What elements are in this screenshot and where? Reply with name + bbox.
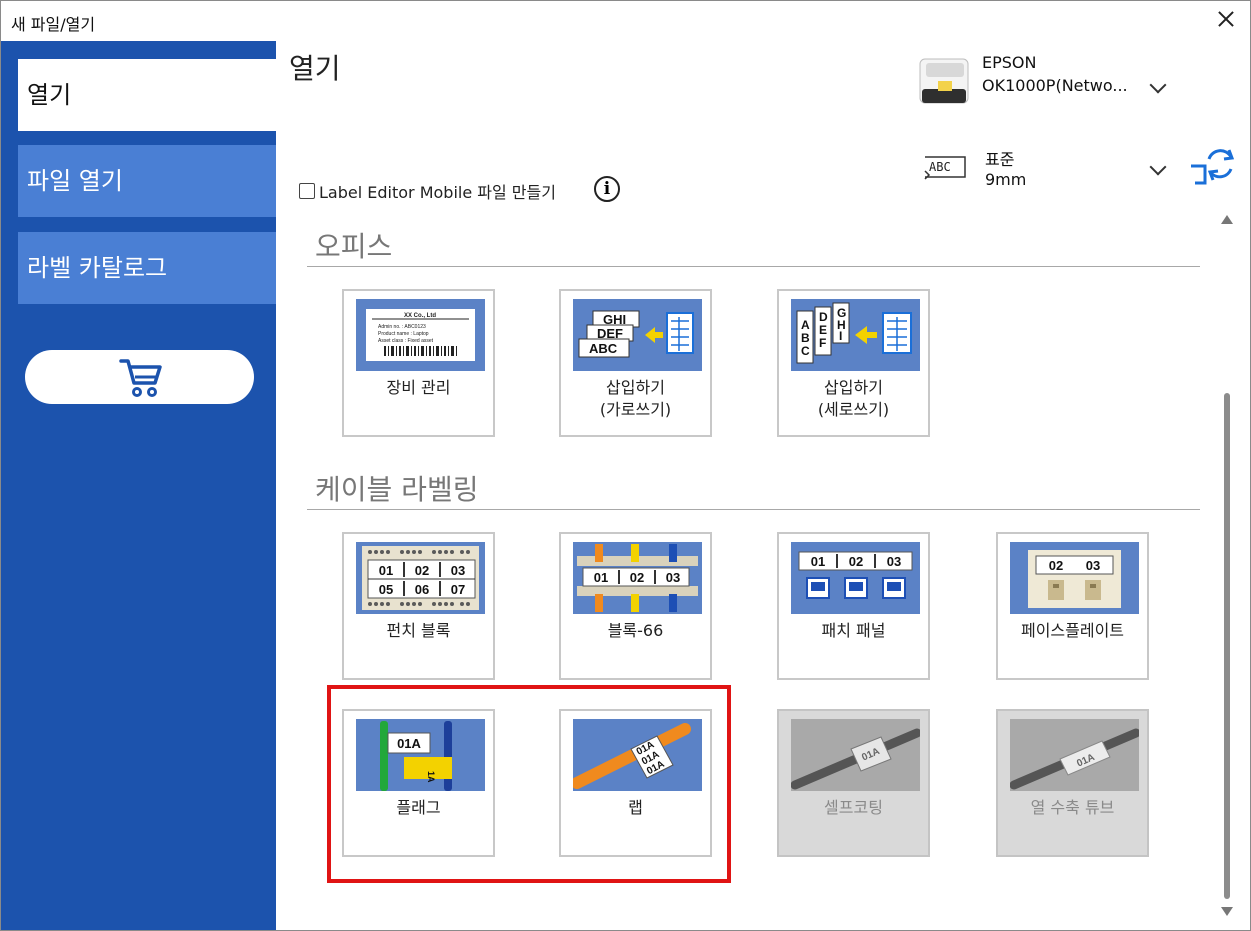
tile-label: 페이스플레이트	[998, 620, 1147, 642]
scrollbar-thumb[interactable]	[1224, 393, 1230, 899]
block66-text-02: 02	[630, 570, 644, 585]
tile-label-line1: 열 수축 튜브	[1030, 798, 1115, 817]
tile-self-laminating: 01A 셀프코팅	[777, 709, 930, 857]
asset-management-thumbnail: XX Co., Ltd Admin no. : ABC0123 Product …	[356, 299, 485, 371]
sidebar-item-open[interactable]: 열기	[18, 59, 276, 131]
printer-brand: EPSON	[982, 53, 1037, 72]
tile-label: 패치 패널	[779, 620, 928, 642]
tile-label-line1: 페이스플레이트	[1020, 621, 1125, 640]
tile-label-line1: 장비 관리	[386, 378, 451, 397]
svg-text:B: B	[801, 331, 810, 345]
label-editor-mobile-checkbox[interactable]	[299, 183, 315, 199]
block-66-thumbnail: 01 02 03	[573, 542, 702, 614]
insert-horizontal-thumbnail: GHI DEF ABC	[573, 299, 702, 371]
tile-label: 셀프코팅	[779, 797, 928, 819]
self-laminating-thumbnail: 01A	[791, 719, 920, 791]
svg-text:D: D	[819, 310, 828, 324]
sidebar: 열기 파일 열기 라벨 카탈로그	[1, 41, 276, 930]
tile-label-line1: 패치 패널	[821, 621, 886, 640]
shop-button[interactable]	[25, 350, 254, 404]
punch-text-02: 02	[415, 563, 429, 578]
new-file-open-dialog: 새 파일/열기 열기 파일 열기 라벨 카탈로그 열기 EPSON OK1000…	[0, 0, 1251, 931]
section-title-office: 오피스	[315, 230, 393, 263]
insert-h-text-1: GHI	[603, 312, 626, 327]
tile-label: 블록-66	[561, 620, 710, 642]
close-icon[interactable]	[1216, 9, 1236, 29]
tape-icon-text: ABC	[929, 160, 951, 174]
printer-dropdown-chevron-icon[interactable]	[1149, 76, 1167, 94]
section-title-cable-labeling: 케이블 라벨링	[315, 473, 479, 506]
sidebar-item-label-catalog[interactable]: 라벨 카탈로그	[18, 232, 276, 304]
punch-block-thumbnail: 01 02 03 05 06 07	[356, 542, 485, 614]
svg-text:A: A	[801, 318, 810, 332]
asset-company-text: XX Co., Ltd	[404, 313, 436, 319]
label-editor-mobile-label[interactable]: Label Editor Mobile 파일 만들기	[319, 179, 556, 203]
punch-text-05: 05	[379, 582, 393, 597]
tile-label: 펀치 블록	[344, 620, 493, 642]
printer-model: OK1000P(Netwo...	[982, 76, 1128, 95]
tile-insert-horizontal[interactable]: GHI DEF ABC 삽입하기 (가로쓰기)	[559, 289, 712, 437]
tile-faceplate[interactable]: 02 03 페이스플레이트	[996, 532, 1149, 680]
tile-label-line2: (가로쓰기)	[599, 400, 672, 419]
tile-label: 열 수축 튜브	[998, 797, 1147, 819]
tile-asset-management[interactable]: XX Co., Ltd Admin no. : ABC0123 Product …	[342, 289, 495, 437]
tape-type: 표준	[985, 150, 1015, 169]
svg-text:F: F	[819, 336, 826, 350]
label-editor-mobile-option: Label Editor Mobile 파일 만들기	[299, 179, 556, 203]
faceplate-text-03: 03	[1086, 558, 1100, 573]
punch-text-03: 03	[451, 563, 465, 578]
punch-text-06: 06	[415, 582, 429, 597]
asset-row-2-text: Product name : Laptop	[378, 331, 429, 337]
faceplate-text-02: 02	[1049, 558, 1063, 573]
window-title: 새 파일/열기	[11, 15, 96, 34]
section-divider	[307, 509, 1200, 510]
tile-heat-shrink-tube: 01A 열 수축 튜브	[996, 709, 1149, 857]
block66-text-01: 01	[594, 570, 608, 585]
faceplate-thumbnail: 02 03	[1010, 542, 1139, 614]
tile-punch-block[interactable]: 01 02 03 05 06 07 펀치 블록	[342, 532, 495, 680]
tape-icon: ABC	[923, 151, 967, 183]
asset-row-1-text: Admin no. : ABC0123	[378, 324, 426, 330]
tile-label-line1: 셀프코팅	[824, 798, 883, 817]
printer-icon	[919, 58, 969, 104]
punch-text-07: 07	[451, 582, 465, 597]
title-bar: 새 파일/열기	[1, 1, 1250, 41]
tile-label-line1: 블록-66	[607, 621, 664, 640]
tile-patch-panel[interactable]: 01 02 03 패치 패널	[777, 532, 930, 680]
punch-text-01: 01	[379, 563, 393, 578]
tile-label-line1: 삽입하기	[606, 378, 665, 397]
svg-text:C: C	[801, 344, 810, 358]
scroll-down-arrow-icon[interactable]	[1221, 907, 1233, 916]
heat-shrink-tube-thumbnail: 01A	[1010, 719, 1139, 791]
asset-row-3-text: Asset class : Fixed asset	[378, 338, 434, 344]
tile-block-66[interactable]: 01 02 03 블록-66	[559, 532, 712, 680]
tile-label: 장비 관리	[344, 377, 493, 399]
svg-text:I: I	[839, 329, 842, 343]
tile-label: 삽입하기 (가로쓰기)	[561, 377, 710, 421]
insert-vertical-thumbnail: A B C D E F G H I	[791, 299, 920, 371]
shopping-cart-icon	[119, 359, 162, 397]
tile-label-line2: (세로쓰기)	[817, 400, 890, 419]
patch-panel-thumbnail: 01 02 03	[791, 542, 920, 614]
block66-text-03: 03	[666, 570, 680, 585]
patch-text-02: 02	[849, 554, 863, 569]
scroll-up-arrow-icon[interactable]	[1221, 215, 1233, 224]
tile-insert-vertical[interactable]: A B C D E F G H I 삽입하기 (세로쓰기)	[777, 289, 930, 437]
insert-h-text-3: ABC	[589, 341, 618, 356]
refresh-tape-icon[interactable]	[1189, 147, 1235, 187]
tile-label-line1: 삽입하기	[824, 378, 883, 397]
tape-dropdown-chevron-icon[interactable]	[1149, 158, 1167, 176]
sidebar-item-open-file[interactable]: 파일 열기	[18, 145, 276, 217]
svg-text:E: E	[819, 323, 827, 337]
tile-label-line1: 펀치 블록	[386, 621, 451, 640]
tape-width: 9mm	[985, 170, 1027, 189]
tile-label: 삽입하기 (세로쓰기)	[779, 377, 928, 421]
info-icon[interactable]: i	[594, 176, 620, 202]
page-title: 열기	[289, 52, 341, 85]
insert-h-text-2: DEF	[597, 326, 623, 341]
patch-text-03: 03	[887, 554, 901, 569]
section-divider	[307, 266, 1200, 267]
highlight-box	[327, 685, 731, 883]
patch-text-01: 01	[811, 554, 825, 569]
